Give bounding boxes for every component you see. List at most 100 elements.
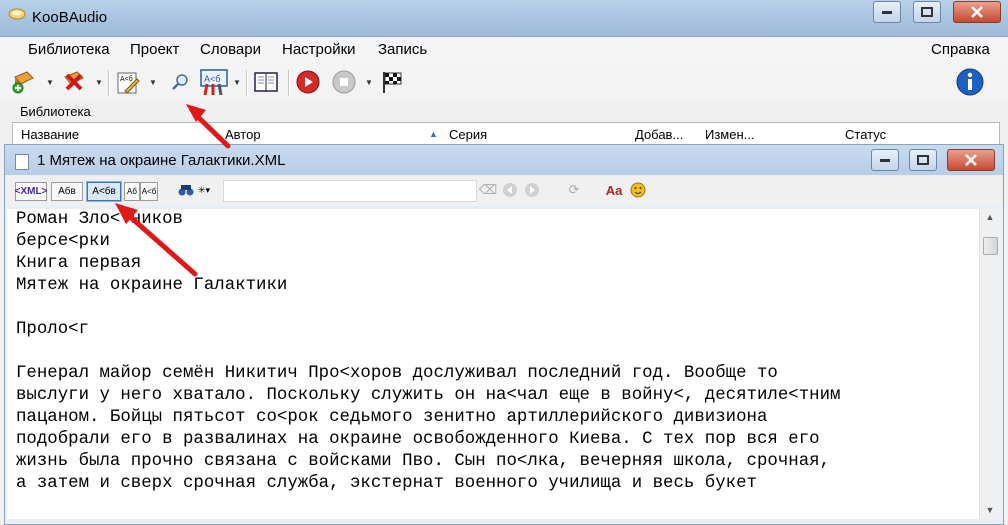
document-title: 1 Мятеж на окраине Галактики.XML [37,152,286,169]
edit-dropdown-icon[interactable]: ▼ [149,78,157,87]
doc-minimize-button[interactable] [871,149,899,171]
a-stress-button[interactable]: А<б [140,182,158,201]
menu-project[interactable]: Проект [130,41,179,58]
search-button[interactable] [166,68,194,96]
document-text-line: Роман Зло<тников [16,210,183,229]
column-header-changed[interactable]: Измен... [705,127,755,142]
search-icon [172,74,188,90]
info-icon [956,68,984,96]
xml-format-button[interactable]: <XML> [15,182,47,201]
stop-button[interactable] [330,68,358,96]
close-icon [965,154,977,166]
font-button[interactable]: Аa [605,181,623,199]
ab-button[interactable]: Аб [124,182,140,201]
column-header-status[interactable]: Статус [845,127,886,142]
previous-icon [503,183,517,197]
document-text-area[interactable]: Роман Зло<тников берсе<рки Книга первая Мят… [7,209,979,519]
refresh-icon[interactable]: ⟳ [565,181,583,199]
edit-text-button[interactable]: А<б [114,68,142,96]
document-text-line: берсе<рки [16,232,110,251]
stress-marks-button[interactable]: А<бв [87,182,121,201]
menu-library[interactable]: Библиотека [28,41,110,58]
menu-bar: Библиотека Проект Словари Настройки Запи… [0,38,1008,62]
toolbar-separator [288,70,290,96]
library-table-header: Название Автор ▲ Серия Добав... Измен...… [12,122,1000,146]
add-book-dropdown-icon[interactable]: ▼ [46,78,54,87]
document-toolbar: <XML> Абв А<бв Аб А<б ✳▾ ⌫ ⟳ Аa [7,176,1001,206]
document-text-line: жизнь была прочно связана с войсками Пво… [16,452,831,471]
app-icon [8,8,26,20]
main-window: KooBAudio Библиотека Проект Словари Наст… [0,0,1008,525]
binoculars-icon [178,185,194,196]
minimize-button[interactable] [873,1,901,23]
document-window: 1 Мятеж на окраине Галактики.XML <XML> А… [4,144,1004,525]
info-button[interactable] [954,66,986,98]
svg-text:А<б: А<б [204,74,220,84]
doc-maximize-button[interactable] [909,149,937,171]
menu-record[interactable]: Запись [378,41,427,58]
main-toolbar: ▼ ▼ А<б ▼ А<б ▼ ▼ [0,62,1008,102]
minimize-icon [882,11,892,14]
delete-book-button[interactable] [60,68,88,96]
document-title-bar: 1 Мятеж на окраине Галактики.XML [5,145,1003,175]
find-button[interactable] [177,181,195,199]
book-icon [254,72,278,92]
title-bar: KooBAudio [0,0,1008,37]
scroll-up-icon[interactable]: ▲ [983,212,997,224]
sort-ascending-icon: ▲ [429,129,438,139]
column-header-added[interactable]: Добав... [635,127,683,142]
find-options-icon[interactable]: ✳▾ [195,181,213,199]
column-header-author[interactable]: Автор [225,127,261,142]
document-text-line: а затем и сверх срочная служба, экстерна… [16,474,757,493]
smiley-button[interactable] [629,181,647,199]
document-text-line: выслуги у него хватало. Поскольку служит… [16,386,841,405]
font-icon: Аa [605,182,623,198]
stop-icon [332,70,356,94]
scroll-down-icon[interactable]: ▼ [983,505,997,517]
svg-text:А<б: А<б [120,75,133,83]
stop-dropdown-icon[interactable]: ▼ [365,78,373,87]
vertical-scrollbar[interactable]: ▲ ▼ [979,209,1000,519]
delete-book-icon [64,71,84,91]
find-previous-button[interactable] [501,181,519,199]
close-button[interactable] [953,1,1001,23]
library-section-label: Библиотека [20,104,91,119]
maximize-icon [921,7,933,17]
next-icon [525,183,539,197]
edit-text-icon: А<б [117,72,140,94]
column-header-name[interactable]: Название [21,127,79,142]
toolbar-separator [246,70,248,96]
settings-dropdown-icon[interactable]: ▼ [233,78,241,87]
column-header-series[interactable]: Серия [449,127,487,142]
find-next-button[interactable] [523,181,541,199]
doc-close-button[interactable] [947,149,995,171]
checkered-flag-icon [383,72,402,93]
record-button[interactable] [294,68,322,96]
menu-dictionaries[interactable]: Словари [200,41,261,58]
close-icon [971,6,983,18]
search-input[interactable] [223,180,477,202]
clear-search-icon[interactable]: ⌫ [479,181,497,199]
document-text-line: Книга первая [16,254,142,273]
maximize-button[interactable] [913,1,941,23]
scroll-thumb[interactable] [983,237,998,255]
finish-button[interactable] [378,68,406,96]
menu-settings[interactable]: Настройки [282,41,356,58]
menu-help[interactable]: Справка [931,41,990,58]
add-book-icon [12,71,34,94]
smiley-icon [630,182,646,198]
text-settings-button[interactable]: А<б [198,68,230,96]
record-icon [296,70,320,94]
delete-dropdown-icon[interactable]: ▼ [95,78,103,87]
plain-text-button[interactable]: Абв [51,182,83,201]
app-title: KooBAudio [32,9,108,26]
tools-icon: А<б [200,69,228,96]
dictionary-button[interactable] [252,68,280,96]
document-text-line: Проло<г [16,320,90,339]
document-text-line: Генерал майор семён Никитич Про<хоров до… [16,364,778,383]
add-book-button[interactable] [10,68,38,96]
document-icon [15,154,29,170]
minimize-icon [880,159,890,162]
document-text-line: Мятеж на окраине Галактики [16,276,288,295]
document-text-line: подобрали его в развалинах на окраине ос… [16,430,820,449]
